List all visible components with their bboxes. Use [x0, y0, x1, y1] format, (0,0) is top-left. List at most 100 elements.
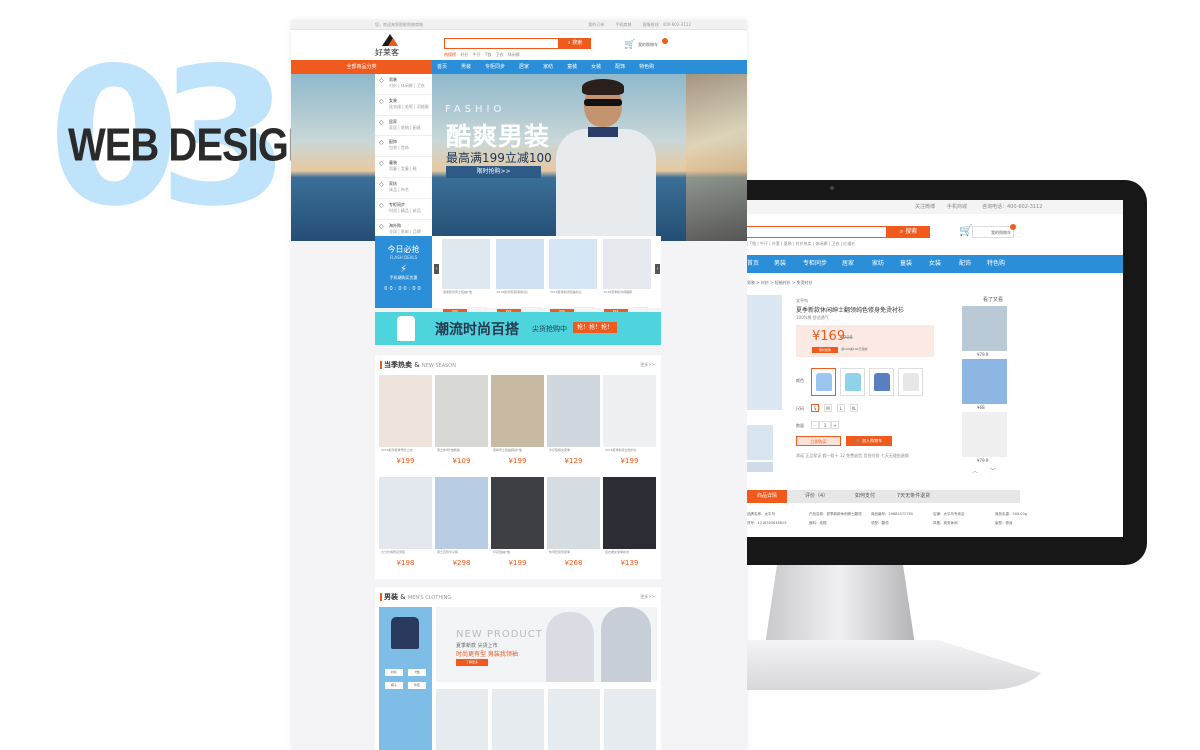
promo-strip[interactable]: 潮流时尚百搭 尖货抢购中 抢！抢！抢！	[375, 312, 661, 345]
sidebar-item[interactable]: ◇ 男装 衬衫 | 休闲裤 | 卫衣	[375, 74, 432, 95]
category-menu-button[interactable]: 全部商品分类	[291, 60, 432, 74]
detail-tab-2[interactable]: 如何支付	[855, 490, 875, 503]
hot-search-item[interactable]: 卫衣	[496, 52, 504, 57]
nav-item-5[interactable]: 童装	[567, 60, 577, 74]
detail-nav-item-6[interactable]: 女装	[929, 255, 941, 273]
main-product-image[interactable]	[747, 295, 782, 410]
hot-search-item[interactable]: 衬衫	[460, 52, 468, 57]
section-more-link[interactable]: 更多>>	[640, 362, 655, 368]
nav-item-4[interactable]: 家纺	[543, 60, 553, 74]
new-product-banner[interactable]: NEW PRODUCT 夏季新款 尖货上市 时尚更有型 男装我领袖 了解更多	[436, 607, 657, 682]
product-thumb[interactable]	[492, 689, 544, 750]
also-viewed-thumb[interactable]	[962, 306, 1007, 351]
product-card[interactable]: 2018夏季新款白色衬衫 ¥199	[603, 375, 656, 475]
detail-nav-item-5[interactable]: 童装	[900, 255, 912, 273]
detail-search-input[interactable]	[747, 226, 887, 238]
size-option[interactable]: L	[837, 404, 845, 412]
product-card[interactable]: 连衣裙女夏季新款 ¥139	[603, 477, 656, 577]
product-thumb[interactable]	[548, 689, 600, 750]
detail-nav-item-4[interactable]: 家纺	[872, 255, 884, 273]
topbar-link-mobile[interactable]: 手机商城	[615, 22, 631, 27]
detail-nav-item-7[interactable]: 配饰	[959, 255, 971, 273]
size-option[interactable]: S	[811, 404, 819, 412]
product-card[interactable]: 九分长裤修身男装 ¥198	[379, 477, 432, 577]
sidebar-item[interactable]: ◇ 家纺 床品 | 布艺	[375, 178, 432, 199]
sidebar-item[interactable]: ◇ 女装 连衣裙 | 毛呢 | 羽绒服	[375, 95, 432, 116]
sidebar-item[interactable]: ◇ 配饰 包袋 | 首饰	[375, 136, 432, 158]
hero-banner[interactable]: ◇ 男装 衬衫 | 休闲裤 | 卫衣 ◇ 女装 连衣裙 | 毛呢 | 羽绒服 ◇ 居家 家居 |…	[291, 74, 747, 241]
size-option[interactable]: M	[824, 404, 832, 412]
detail-tab-3[interactable]: 7天无条件退货	[897, 490, 930, 503]
nav-item-0[interactable]: 首页	[437, 60, 447, 74]
product-card[interactable]: 2018新款夏季雪纺上衣 ¥199	[379, 375, 432, 475]
detail-tab-0[interactable]: 商品详情	[747, 490, 788, 503]
product-thumb[interactable]	[604, 689, 656, 750]
product-thumbnail[interactable]	[747, 462, 773, 472]
topbar-link-orders[interactable]: 我的订单	[588, 22, 604, 27]
flash-product-card[interactable]: 夏季新款男士短袖T恤 ¥99	[441, 239, 491, 314]
product-card[interactable]: 牛仔短裤女夏季 ¥129	[547, 375, 600, 475]
breadcrumb[interactable]: 男装 > 衬衫 > 短袖衬衫 > 免烫衬衫	[747, 280, 813, 286]
detail-hot-search[interactable]: | T恤 | 牛仔 | 外套 | 夏装 | 衬衫热卖 | 休闲裤 | 卫衣 | …	[747, 241, 855, 247]
chevron-down-icon[interactable]: ﹀	[990, 466, 996, 475]
buy-now-button[interactable]: 立即购买	[796, 436, 841, 446]
store-logo[interactable]: 好莱客	[375, 34, 403, 58]
mens-tag[interactable]: 外套	[408, 682, 426, 689]
mens-tag[interactable]: T恤	[408, 669, 426, 676]
product-thumbnail[interactable]	[747, 425, 773, 460]
hot-search-item[interactable]: 牛仔	[473, 52, 481, 57]
detail-nav-item-3[interactable]: 居家	[842, 255, 854, 273]
flash-product-card[interactable]: 2018新款男装纯棉衬衫 ¥99	[494, 239, 545, 314]
detail-tab-1[interactable]: 评价（4）	[805, 490, 828, 503]
hot-search-item[interactable]: T恤	[485, 52, 491, 57]
product-card[interactable]: 印花短袖T恤 ¥199	[491, 477, 544, 577]
new-product-button[interactable]: 了解更多	[456, 659, 488, 666]
detail-cart-button[interactable]: 🛒 我的购物车	[959, 224, 1016, 238]
quantity-decrement-button[interactable]: -	[811, 421, 819, 429]
add-to-cart-button[interactable]: 🛒 加入购物车	[846, 436, 892, 446]
flash-product-card[interactable]: 2018夏季新款阔腿裤 ¥99	[601, 239, 652, 314]
product-card[interactable]: 男士直筒牛仔裤 ¥298	[435, 477, 488, 577]
sidebar-item[interactable]: ◇ 居家 家居 | 收纳 | 厨具	[375, 116, 432, 137]
product-card[interactable]: 夏季男士短袖圆领T恤 ¥199	[491, 375, 544, 475]
cart-button[interactable]: 🛒 我的购物车	[624, 38, 668, 50]
color-swatch[interactable]	[869, 368, 894, 396]
detail-search-button[interactable]: ⌕ 搜索	[887, 226, 930, 238]
product-thumb[interactable]	[436, 689, 488, 750]
detail-nav-item-0[interactable]: 首页	[747, 255, 759, 273]
nav-item-8[interactable]: 特色购	[639, 60, 654, 74]
search-input[interactable]	[444, 38, 559, 49]
mens-tag[interactable]: 衬衫	[385, 669, 403, 676]
nav-item-3[interactable]: 居家	[519, 60, 529, 74]
detail-topbar-link[interactable]: 手机商城	[947, 200, 967, 214]
hot-search-item[interactable]: 休闲裤	[508, 52, 520, 57]
detail-topbar-link[interactable]: 关注微博	[915, 200, 935, 214]
product-card[interactable]: 休闲套装男夏季 ¥268	[547, 477, 600, 577]
flash-product-card[interactable]: 2018夏季新款短袖衬衫 ¥99	[548, 239, 598, 314]
sidebar-item[interactable]: ◇ 童装 男童 | 女童 | 鞋	[375, 157, 432, 178]
quantity-increment-button[interactable]: +	[831, 421, 839, 429]
color-swatch[interactable]	[898, 368, 923, 396]
quantity-input[interactable]: 1	[819, 421, 831, 429]
product-card[interactable]: 男士休闲T恤纯棉 ¥109	[435, 375, 488, 475]
banner-cta-button[interactable]: 限时抢购>>	[446, 166, 541, 178]
detail-nav-item-1[interactable]: 男装	[774, 255, 786, 273]
nav-item-2[interactable]: 专柜同步	[485, 60, 505, 74]
section-more-link[interactable]: 更多>>	[640, 594, 655, 600]
nav-item-7[interactable]: 配饰	[615, 60, 625, 74]
color-swatch[interactable]	[840, 368, 865, 396]
sidebar-item[interactable]: ◇ 专柜同步 时尚 | 精品 | 新品	[375, 199, 432, 220]
nav-item-1[interactable]: 男装	[461, 60, 471, 74]
flash-next-arrow-icon[interactable]: ›	[655, 264, 660, 274]
promo-grab-button[interactable]: 抢！抢！抢！	[573, 322, 617, 333]
nav-item-6[interactable]: 女装	[591, 60, 601, 74]
flash-prev-arrow-icon[interactable]: ‹	[434, 264, 439, 274]
also-viewed-thumb[interactable]	[962, 412, 1007, 457]
also-viewed-thumb[interactable]	[962, 359, 1007, 404]
detail-nav-item-8[interactable]: 特色购	[987, 255, 1005, 273]
chevron-up-icon[interactable]: ︿	[972, 466, 978, 475]
search-button[interactable]: ⌕ 搜索	[559, 38, 591, 49]
mens-tag[interactable]: 裤子	[385, 682, 403, 689]
color-swatch[interactable]	[811, 368, 836, 396]
detail-nav-item-2[interactable]: 专柜同步	[803, 255, 827, 273]
